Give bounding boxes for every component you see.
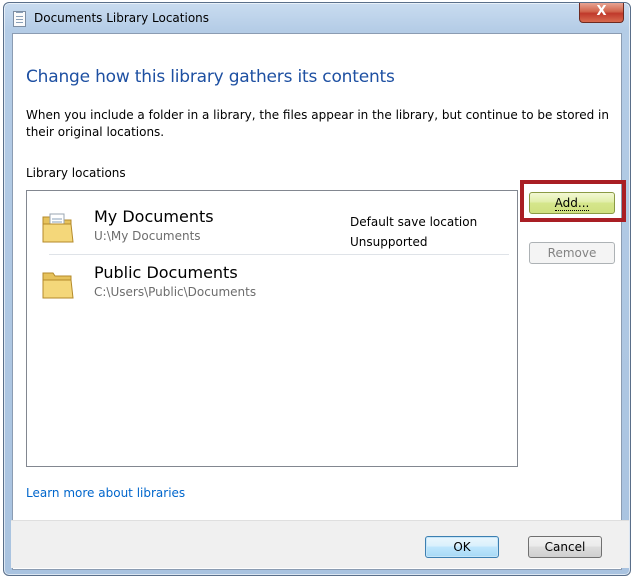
ok-button[interactable]: OK: [425, 536, 499, 558]
dialog-heading: Change how this library gathers its cont…: [26, 67, 395, 87]
documents-folder-icon: [42, 213, 74, 243]
location-name: My Documents: [94, 207, 214, 226]
dialog-description: When you include a folder in a library, …: [26, 108, 609, 139]
location-name: Public Documents: [94, 263, 238, 282]
location-status: Default save location Unsupported: [350, 212, 477, 252]
window-title: Documents Library Locations: [34, 11, 210, 25]
folder-icon: [42, 272, 74, 299]
content-area: Change how this library gathers its cont…: [11, 32, 629, 574]
location-path: C:\Users\Public\Documents: [94, 285, 257, 299]
list-item[interactable]: My Documents U:\My Documents Default sav…: [37, 205, 512, 249]
remove-button[interactable]: Remove: [529, 242, 615, 264]
locations-list[interactable]: My Documents U:\My Documents Default sav…: [26, 190, 518, 467]
cancel-button[interactable]: Cancel: [528, 536, 602, 558]
library-locations-label: Library locations: [26, 166, 126, 180]
library-icon: [13, 11, 26, 27]
location-path: U:\My Documents: [94, 229, 201, 243]
learn-more-link[interactable]: Learn more about libraries: [26, 486, 185, 500]
default-save-label: Default save location: [350, 215, 478, 229]
title-bar[interactable]: Documents Library Locations X: [4, 3, 630, 33]
list-divider: [49, 254, 509, 255]
list-item[interactable]: Public Documents C:\Users\Public\Documen…: [37, 261, 512, 301]
close-button[interactable]: X: [579, 3, 624, 23]
add-button-label: Add...: [554, 196, 590, 211]
add-button[interactable]: Add...: [529, 192, 615, 214]
unsupported-label: Unsupported: [350, 235, 428, 249]
